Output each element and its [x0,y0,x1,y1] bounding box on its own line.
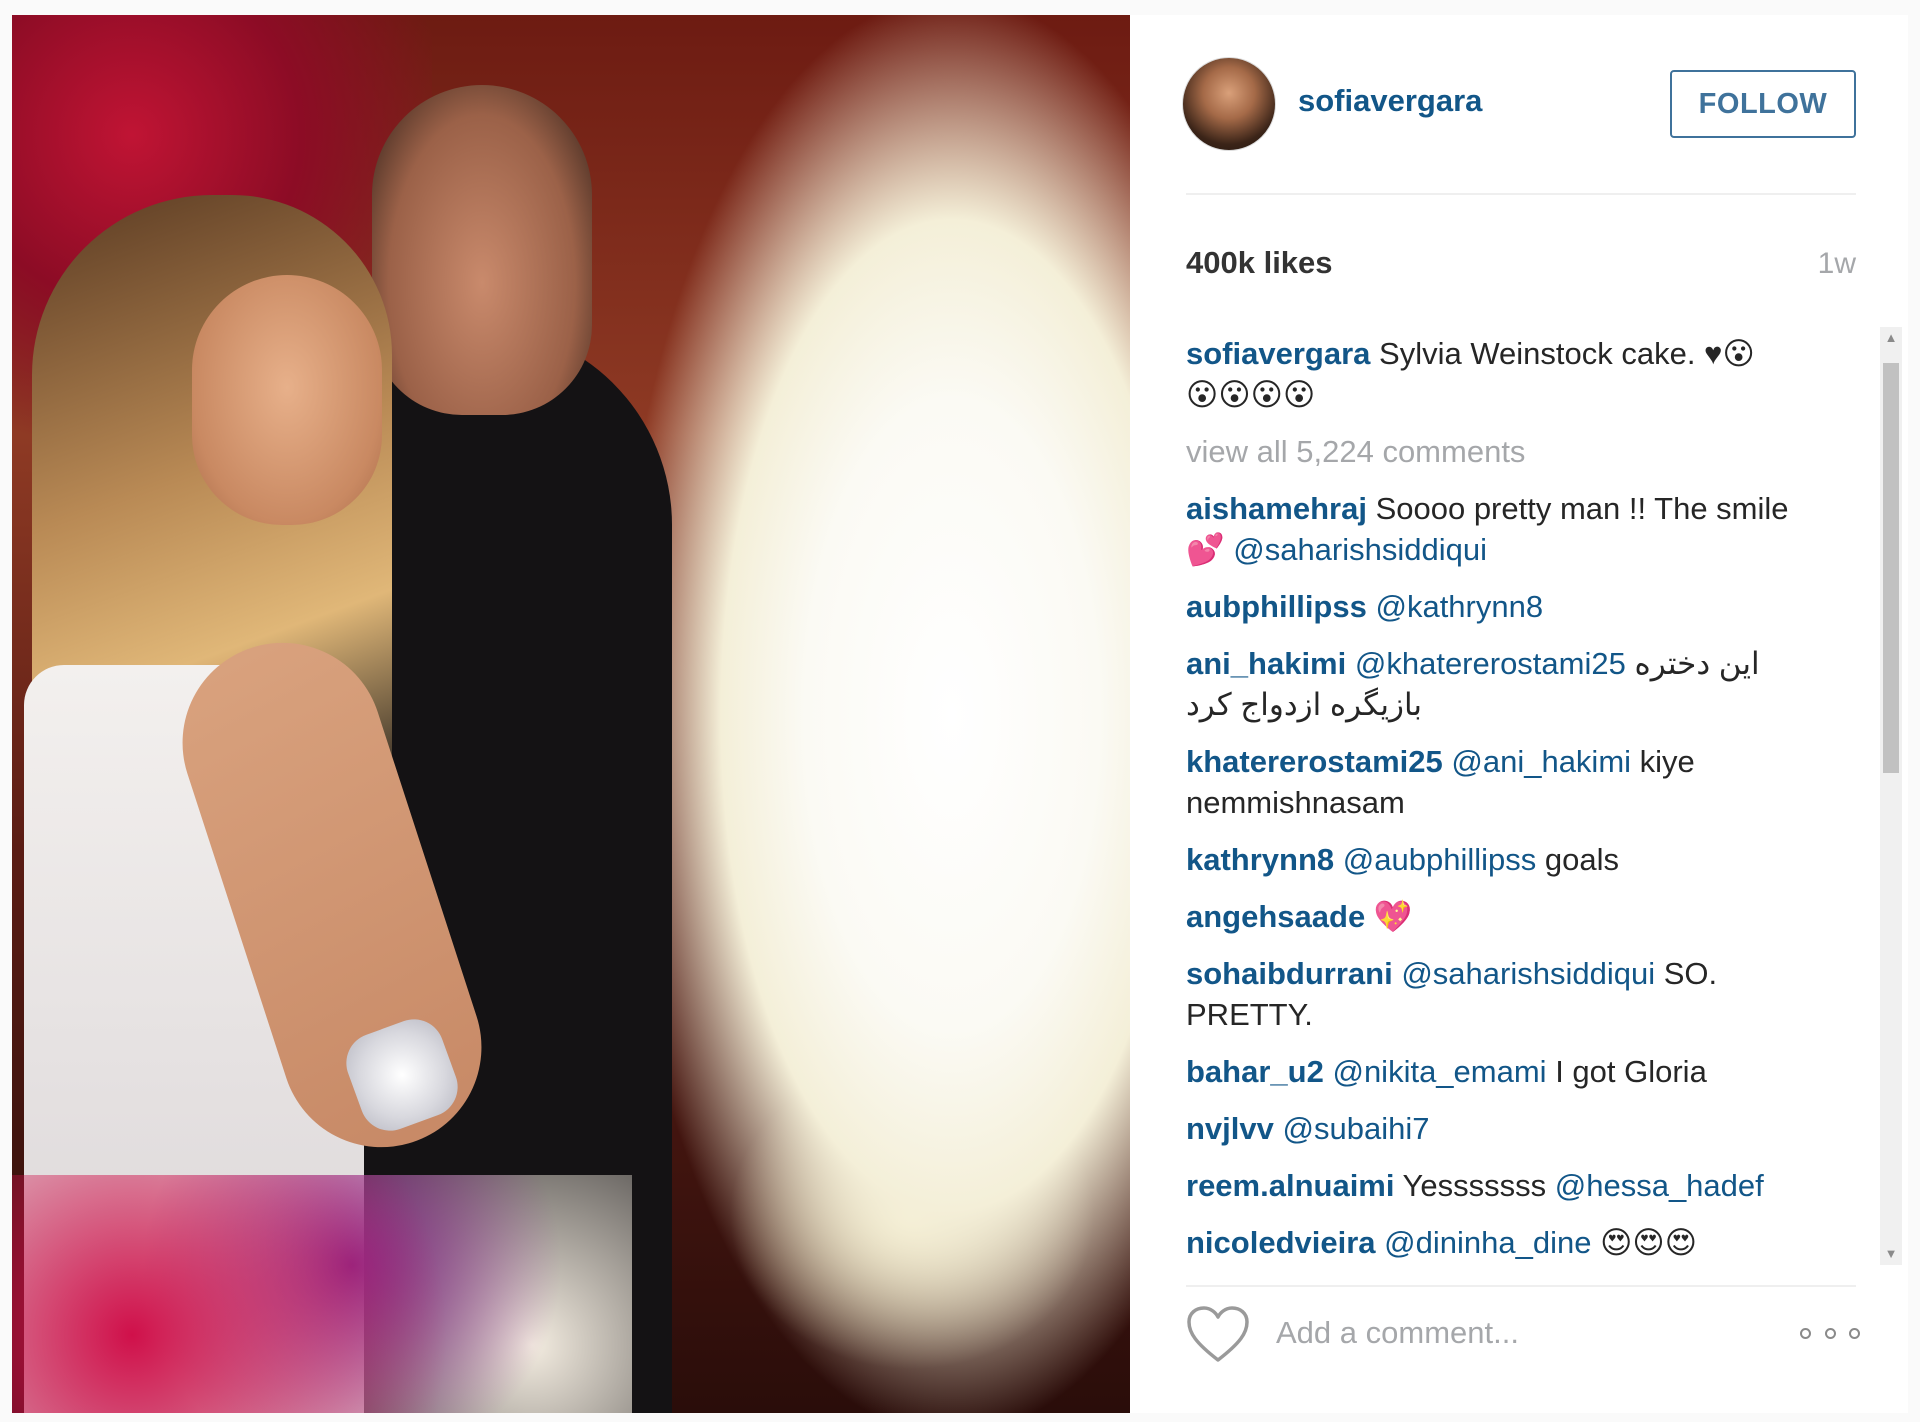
list-item: aishamehraj Soooo pretty man !! The smil… [1186,488,1814,570]
list-item: bahar_u2 @nikita_emami I got Gloria [1186,1051,1814,1092]
post-sidebar: sofiavergara FOLLOW 400k likes 1w sofiav… [1130,15,1908,1413]
comment-mention-link[interactable]: @saharishsiddiqui [1401,956,1655,991]
photo-woman-face [192,275,382,525]
comment-text: I got Gloria [1555,1054,1707,1089]
comment-mention-link[interactable]: @saharishsiddiqui [1233,532,1487,567]
decor-flowers-bottom [12,1175,632,1413]
comment-mention-link[interactable]: @subaihi7 [1283,1111,1430,1146]
list-item: aubphillipss @kathrynn8 [1186,586,1814,627]
list-item: reem.alnuaimi Yesssssss @hessa_hadef [1186,1165,1814,1206]
photo-man-head [372,85,592,415]
comment-user-link[interactable]: bahar_u2 [1186,1054,1324,1089]
list-item: nvjlvv @subaihi7 [1186,1108,1814,1149]
comment-mention-link[interactable]: @hessa_hadef [1555,1168,1764,1203]
view-all-comments-link[interactable]: view all 5,224 comments [1186,431,1814,472]
scrollbar-thumb[interactable] [1883,363,1899,773]
comment-mention-link[interactable]: @aubphillipss [1343,842,1536,877]
comment-user-link[interactable]: sohaibdurrani [1186,956,1393,991]
likes-count[interactable]: 400k likes [1186,245,1333,281]
list-item: nicoledvieira @dininha_dine 😍😍😍 [1186,1222,1814,1263]
comment-user-link[interactable]: reem.alnuaimi [1186,1168,1394,1203]
comment-user-link[interactable]: aubphillipss [1186,589,1367,624]
avatar[interactable] [1182,57,1276,151]
follow-button[interactable]: FOLLOW [1670,70,1856,138]
heart-outline-icon[interactable] [1186,1305,1250,1365]
list-item: khatererostami25 @ani_hakimi kiye nemmis… [1186,741,1814,823]
header-divider [1186,193,1856,195]
caption-user-link[interactable]: sofiavergara [1186,336,1370,371]
caption-text: Sylvia Weinstock cake. ♥😮 [1379,336,1755,371]
scroll-up-arrow-icon[interactable]: ▲ [1880,327,1902,349]
comment-mention-link[interactable]: @kathrynn8 [1375,589,1543,624]
comment-text: Yesssssss [1402,1168,1547,1203]
post-timestamp[interactable]: 1w [1818,247,1856,281]
more-options-icon[interactable] [1800,1315,1860,1351]
comment-mention-link[interactable]: @ani_hakimi [1451,744,1631,779]
post-photo[interactable] [12,15,1130,1413]
comment-text: goals [1544,842,1619,877]
post-header: sofiavergara FOLLOW [1130,15,1908,195]
comment-user-link[interactable]: kathrynn8 [1186,842,1334,877]
comment-text: 💖 [1373,899,1413,934]
list-item: ani_hakimi @khatererostami25 این دختره ب… [1186,643,1814,725]
comment-user-link[interactable]: khatererostami25 [1186,744,1443,779]
comment-user-link[interactable]: angehsaade [1186,899,1365,934]
caption-text-line2: 😮😮😮😮 [1186,377,1316,412]
list-item: sohaibdurrani @saharishsiddiqui SO. PRET… [1186,953,1814,1035]
post-viewer: sofiavergara FOLLOW 400k likes 1w sofiav… [0,0,1920,1422]
add-comment-input[interactable] [1276,1307,1756,1359]
comments-list: sofiavergara Sylvia Weinstock cake. ♥😮 😮… [1186,333,1814,1269]
comment-mention-link[interactable]: @nikita_emami [1332,1054,1546,1089]
comment-text: 😍😍😍 [1600,1225,1698,1260]
comment-user-link[interactable]: ani_hakimi [1186,646,1346,681]
caption: sofiavergara Sylvia Weinstock cake. ♥😮 😮… [1186,333,1814,415]
username-link[interactable]: sofiavergara [1298,83,1482,119]
list-item: kathrynn8 @aubphillipss goals [1186,839,1814,880]
list-item: angehsaade 💖 [1186,896,1814,937]
comments-scrollbar[interactable]: ▲ ▼ [1880,327,1902,1265]
comment-user-link[interactable]: aishamehraj [1186,491,1367,526]
comment-user-link[interactable]: nicoledvieira [1186,1225,1376,1260]
comment-mention-link[interactable]: @dininha_dine [1384,1225,1591,1260]
comment-mention-link[interactable]: @khatererostami25 [1355,646,1626,681]
scroll-down-arrow-icon[interactable]: ▼ [1880,1243,1902,1265]
footer-divider [1186,1285,1856,1287]
comment-user-link[interactable]: nvjlvv [1186,1111,1274,1146]
